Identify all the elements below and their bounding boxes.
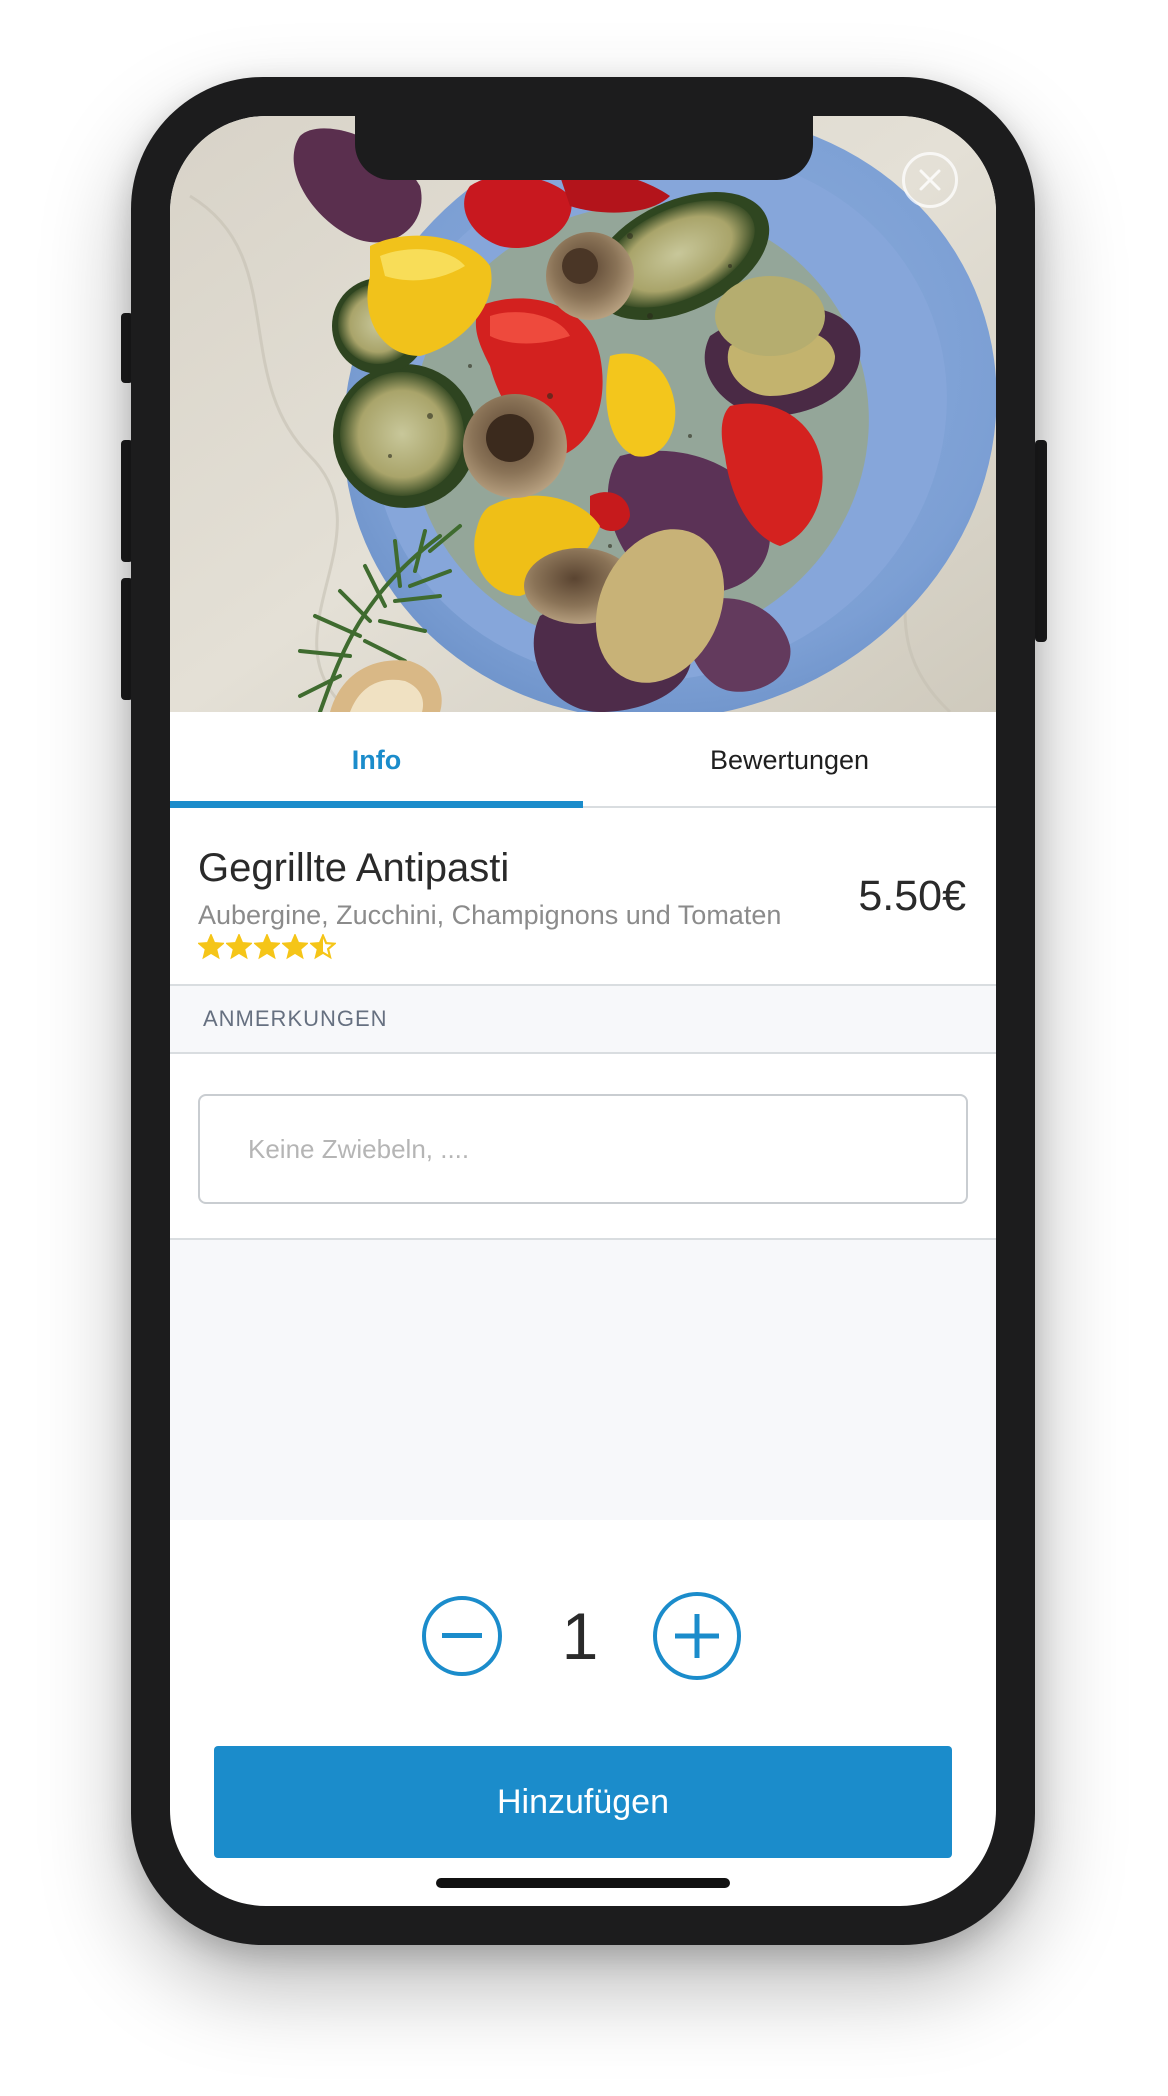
star-half-icon — [310, 934, 336, 960]
notes-area — [170, 1054, 996, 1240]
device-notch — [355, 116, 813, 180]
increment-button[interactable] — [653, 1592, 741, 1680]
active-tab-indicator — [170, 801, 583, 808]
quantity-stepper: 1 — [170, 1586, 996, 1686]
star-full-icon — [282, 934, 308, 960]
plus-icon — [675, 1614, 719, 1658]
home-indicator — [436, 1878, 730, 1888]
tab-info[interactable]: Info — [170, 712, 583, 808]
empty-space — [170, 1240, 996, 1520]
product-title: Gegrillte Antipasti — [198, 846, 510, 890]
notes-input[interactable] — [198, 1094, 968, 1204]
tab-bewertungen[interactable]: Bewertungen — [583, 712, 996, 808]
notes-section-header: ANMERKUNGEN — [170, 984, 996, 1054]
mockup-stage: Info Bewertungen Gegrillte Antipasti Aub… — [0, 0, 1168, 2096]
quantity-value: 1 — [561, 1599, 599, 1673]
decrement-button[interactable] — [422, 1596, 502, 1676]
star-full-icon — [198, 934, 224, 960]
minus-icon — [442, 1633, 482, 1638]
star-full-icon — [254, 934, 280, 960]
add-to-cart-button[interactable]: Hinzufügen — [214, 1746, 952, 1858]
notes-section-label: ANMERKUNGEN — [203, 1006, 388, 1031]
power-button — [1035, 440, 1047, 642]
product-info: Gegrillte Antipasti Aubergine, Zucchini,… — [170, 810, 996, 984]
close-button[interactable] — [902, 152, 958, 208]
star-full-icon — [226, 934, 252, 960]
rating-stars — [198, 934, 336, 960]
product-price: 5.50€ — [858, 872, 966, 920]
product-description: Aubergine, Zucchini, Champignons und Tom… — [198, 900, 782, 930]
app-screen: Info Bewertungen Gegrillte Antipasti Aub… — [170, 116, 996, 1906]
product-photo — [170, 116, 996, 712]
tab-bar: Info Bewertungen — [170, 712, 996, 808]
close-icon — [919, 169, 941, 191]
